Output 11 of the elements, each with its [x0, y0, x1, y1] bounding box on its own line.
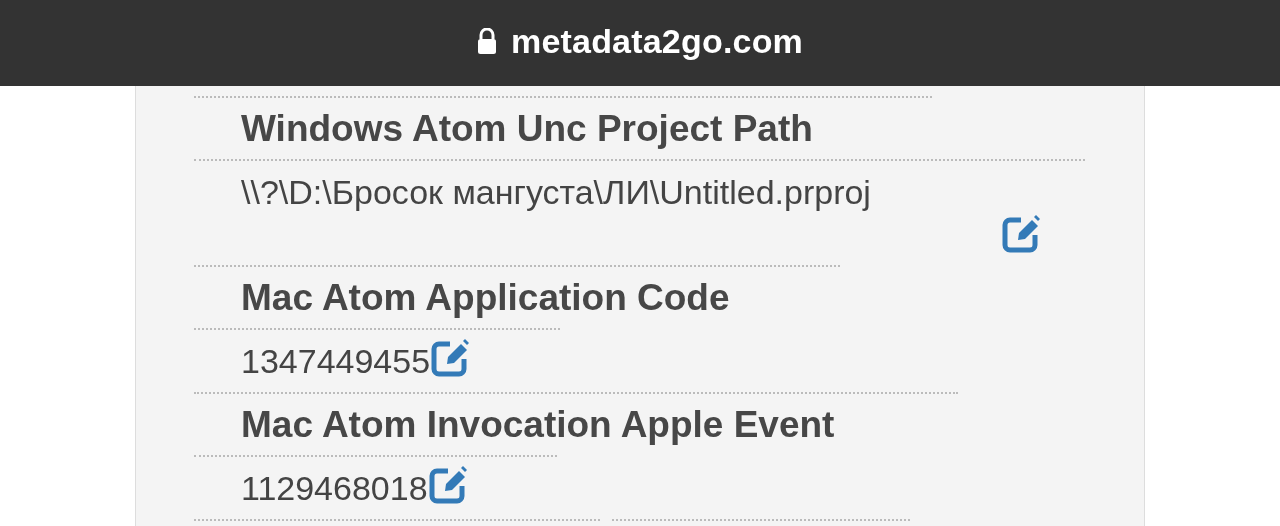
field-value: \\?\D:\Бросок мангуста\ЛИ\Untitled.prproj — [241, 172, 871, 212]
url-text: metadata2go.com — [510, 21, 804, 61]
edit-icon[interactable] — [430, 338, 471, 378]
edit-icon[interactable] — [427, 465, 468, 505]
field-label: Windows Atom Unc Project Path — [241, 106, 814, 151]
edit-icon[interactable] — [1001, 213, 1041, 254]
address-bar[interactable]: metadata2go.com — [0, 0, 1280, 86]
field-label: Mac Atom Application Code — [241, 275, 731, 320]
field-value: 1347449455 — [241, 341, 431, 381]
field-value: 1129468018 — [241, 468, 428, 508]
field-label: Mac Atom Invocation Apple Event — [241, 402, 836, 447]
